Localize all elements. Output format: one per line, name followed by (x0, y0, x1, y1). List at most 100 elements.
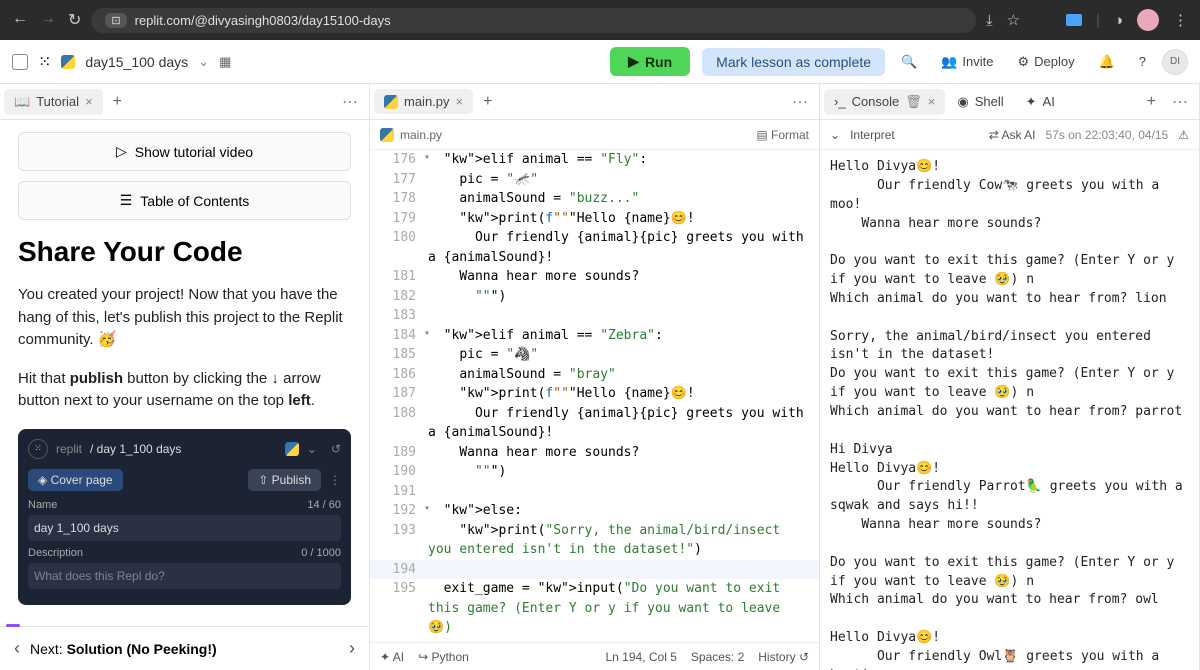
deploy-button[interactable]: ⚙Deploy (1009, 49, 1082, 75)
close-icon[interactable]: × (456, 94, 464, 109)
history-icon: ↺ (331, 442, 341, 456)
breadcrumb[interactable]: main.py (400, 128, 442, 142)
chevron-down-icon[interactable]: ⌄ (198, 54, 209, 70)
bookmark-icon[interactable]: ☆ (1007, 11, 1020, 29)
prev-icon[interactable]: ‹ (14, 638, 20, 659)
browser-chrome: ← → ↻ ⊡ replit.com/@divyasingh0803/day15… (0, 0, 1200, 40)
people-icon: 👥 (941, 54, 957, 70)
shell-icon: ◉ (957, 94, 968, 110)
cursor-position[interactable]: Ln 194, Col 5 (606, 650, 677, 664)
toc-button[interactable]: ☰ Table of Contents (18, 181, 351, 220)
ai-indicator[interactable]: ✦ AI (380, 650, 404, 664)
code-line[interactable]: 195 exit_game = "kw">input("Do you want … (370, 579, 819, 638)
chevron-down-icon: ⌄ (307, 442, 317, 456)
tab-ai[interactable]: ✦ AI (1016, 89, 1065, 115)
top-bar: ⁙ day15_100 days ⌄ ▦ ▶ Run Mark lesson a… (0, 40, 1200, 84)
tab-label: Tutorial (36, 94, 79, 109)
search-icon[interactable]: 🔍 (893, 49, 925, 75)
help-icon[interactable]: ? (1131, 49, 1154, 74)
panel-menu-icon[interactable]: ⋯ (336, 92, 365, 112)
close-icon[interactable]: × (928, 94, 936, 109)
name-field: day 1_100 days (28, 515, 341, 541)
url-bar[interactable]: ⊡ replit.com/@divyasingh0803/day15100-da… (91, 8, 976, 33)
panel-menu-icon[interactable]: ⋯ (786, 92, 815, 112)
console-output[interactable]: Hello Divya😊! Our friendly Cow🐄 greets y… (820, 150, 1199, 670)
code-line[interactable]: 186 animalSound = "bray" (370, 365, 819, 385)
next-icon[interactable]: › (349, 638, 355, 659)
install-icon[interactable]: ⤓ (986, 12, 993, 29)
replit-logo-icon[interactable]: ⁙ (38, 52, 51, 72)
code-line[interactable]: 184▾ "kw">elif animal == "Zebra": (370, 326, 819, 346)
python-icon (61, 55, 75, 69)
format-button[interactable]: ▤ Format (756, 128, 809, 142)
code-line[interactable]: 176▾ "kw">elif animal == "Fly": (370, 150, 819, 170)
code-line[interactable]: 190 """) (370, 462, 819, 482)
tab-icon[interactable] (1066, 14, 1082, 26)
forward-icon[interactable]: → (40, 10, 56, 30)
language-indicator[interactable]: ↪ Python (418, 650, 469, 664)
invite-button[interactable]: 👥Invite (933, 49, 1001, 75)
reload-icon[interactable]: ↻ (68, 10, 81, 30)
profile-avatar[interactable] (1137, 9, 1159, 31)
warning-icon[interactable]: ⚠ (1178, 128, 1189, 142)
next-lesson-bar[interactable]: ‹ Next: Solution (No Peeking!) › (0, 626, 369, 670)
code-line[interactable]: 180 Our friendly {animal}{pic} greets yo… (370, 228, 819, 267)
code-editor[interactable]: 176▾ "kw">elif animal == "Fly":177 pic =… (370, 150, 819, 642)
tutorial-heading: Share Your Code (18, 236, 351, 268)
tab-label: Shell (975, 94, 1004, 109)
code-line[interactable]: 192▾ "kw">else: (370, 501, 819, 521)
replit-logo-icon: ⁙ (28, 439, 48, 459)
close-icon[interactable]: × (85, 94, 93, 109)
code-line[interactable]: 179 "kw">print(f"""Hello {name}😊! (370, 209, 819, 229)
interpret-label[interactable]: Interpret (850, 128, 895, 142)
code-line[interactable]: 181 Wanna hear more sounds? (370, 267, 819, 287)
code-line[interactable]: 185 pic = "🦓" (370, 345, 819, 365)
user-avatar[interactable]: DI (1162, 49, 1188, 75)
history-button[interactable]: History ↺ (758, 650, 809, 664)
checkbox-icon[interactable] (12, 54, 28, 70)
code-line[interactable]: 182 """) (370, 287, 819, 307)
code-line[interactable]: 187 "kw">print(f"""Hello {name}😊! (370, 384, 819, 404)
code-line[interactable]: 194 (370, 560, 819, 580)
back-icon[interactable]: ← (12, 10, 28, 30)
show-video-button[interactable]: ▷ Show tutorial video (18, 132, 351, 171)
rocket-icon: ⚙ (1017, 54, 1029, 70)
terminal-icon: ›_ (834, 94, 846, 109)
code-line[interactable]: 183 (370, 306, 819, 326)
browser-actions: ⤓ ☆ | ◑ ⋮ (986, 9, 1188, 31)
ask-ai-button[interactable]: ⇄ Ask AI (989, 128, 1036, 142)
fold-icon[interactable]: ▾ (424, 501, 430, 516)
chevron-down-icon[interactable]: ⌄ (830, 128, 840, 142)
add-tab-button[interactable]: + (1139, 89, 1164, 115)
trash-icon[interactable]: 🗑 (905, 94, 922, 110)
notifications-icon[interactable]: 🔔 (1091, 49, 1123, 75)
editor-status-bar: ✦ AI ↪ Python Ln 194, Col 5 Spaces: 2 Hi… (370, 642, 819, 670)
extension-icon[interactable]: ◑ (1114, 12, 1123, 29)
project-name[interactable]: day15_100 days (85, 54, 188, 70)
tab-file[interactable]: main.py × (374, 89, 473, 114)
code-line[interactable]: 178 animalSound = "buzz..." (370, 189, 819, 209)
code-line[interactable]: 189 Wanna hear more sounds? (370, 443, 819, 463)
layout-icon[interactable]: ▦ (219, 54, 231, 70)
add-tab-button[interactable]: + (105, 89, 130, 115)
site-info-icon[interactable]: ⊡ (105, 13, 126, 28)
run-button[interactable]: ▶ Run (610, 47, 690, 76)
code-line[interactable]: 188 Our friendly {animal}{pic} greets yo… (370, 404, 819, 443)
add-tab-button[interactable]: + (475, 89, 500, 115)
mark-complete-button[interactable]: Mark lesson as complete (702, 48, 885, 76)
code-line[interactable]: 177 pic = "🦟" (370, 170, 819, 190)
indent-setting[interactable]: Spaces: 2 (691, 650, 744, 664)
editor-panel: main.py × + ⋯ main.py ▤ Format 176▾ "kw"… (370, 84, 820, 670)
fold-icon[interactable]: ▾ (424, 150, 430, 165)
tab-label: main.py (404, 94, 450, 109)
code-line[interactable]: 191 (370, 482, 819, 502)
console-panel: ›_ Console 🗑 × ◉ Shell ✦ AI + ⋯ ⌄ Interp… (820, 84, 1200, 670)
menu-icon[interactable]: ⋮ (1173, 11, 1188, 29)
code-line[interactable]: 193 "kw">print("Sorry, the animal/bird/i… (370, 521, 819, 560)
tab-console[interactable]: ›_ Console 🗑 × (824, 89, 945, 115)
panel-menu-icon[interactable]: ⋯ (1166, 92, 1195, 112)
tab-shell[interactable]: ◉ Shell (947, 89, 1013, 115)
tab-tutorial[interactable]: 📖 Tutorial × (4, 89, 103, 115)
tutorial-paragraph: Hit that publish button by clicking the … (18, 368, 351, 413)
fold-icon[interactable]: ▾ (424, 326, 430, 341)
